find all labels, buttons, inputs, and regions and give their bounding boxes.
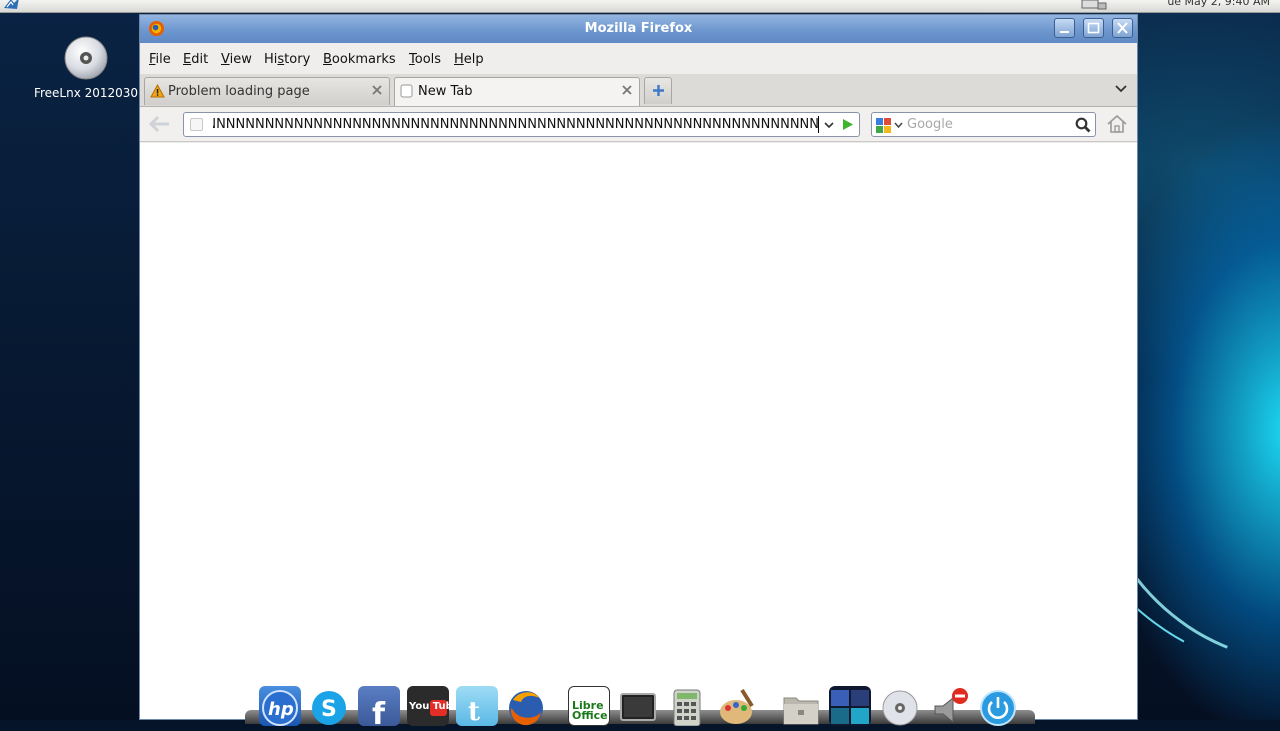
url-history-dropdown-icon[interactable] [824,121,834,129]
menu-history-label: tory [284,52,311,67]
menu-help[interactable]: Help [454,52,484,67]
twitter-icon[interactable]: t [456,686,498,726]
menu-tools-label: ools [414,52,442,67]
screenshot-icon[interactable] [829,686,871,726]
volume-muted-icon[interactable] [929,686,971,726]
menu-bookmarks[interactable]: Bookmarks [323,52,396,67]
window-title: Mozilla Firefox [584,21,693,36]
url-bar[interactable]: NNNNNNNNNNNNNNNNNNNNNNNNNNNNNNNNNNNNNNNN… [183,112,860,137]
menu-help-label: elp [463,52,484,67]
maximize-button[interactable] [1083,18,1104,38]
menu-tools[interactable]: Tools [409,52,441,67]
hp-icon[interactable]: hp [259,686,301,726]
new-tab-button[interactable] [644,77,672,104]
tab-close-icon[interactable] [621,84,633,96]
menu-view-label: iew [229,52,252,67]
libreoffice-icon[interactable]: Libre Office [568,686,610,726]
search-bar[interactable] [871,112,1096,137]
desktop-icon-label: FreeLnx 2012030 [33,86,139,100]
dock: hp S f You Tube t Libre Office [245,684,1035,726]
window-titlebar[interactable]: Mozilla Firefox [140,15,1137,43]
clock[interactable]: ue May 2, 9:40 AM [1167,0,1270,8]
calculator-icon[interactable] [666,686,708,726]
network-icon[interactable] [1080,0,1108,10]
menu-bookmarks-label: ookmarks [331,52,396,67]
menu-view-key: V [221,52,230,67]
close-button[interactable] [1112,18,1133,38]
plus-icon [653,85,664,96]
firefox-window: Mozilla Firefox File Edit View History B… [139,14,1138,720]
tab-close-icon[interactable] [371,84,383,96]
svg-text:f: f [372,697,386,726]
url-input[interactable]: NNNNNNNNNNNNNNNNNNNNNNNNNNNNNNNNNNNNNNNN… [213,117,819,132]
home-icon[interactable] [1106,113,1128,135]
menu-history[interactable]: History [264,52,310,67]
menu-view[interactable]: View [221,52,252,67]
navigation-toolbar: NNNNNNNNNNNNNNNNNNNNNNNNNNNNNNNNNNNNNNNN… [140,107,1137,142]
chevron-down-icon[interactable] [1115,84,1127,94]
search-icon[interactable] [1075,117,1091,133]
minimize-icon [1060,31,1069,33]
page-favicon-icon [190,118,203,131]
blank-page-icon [400,84,413,98]
minimize-button[interactable] [1054,18,1075,38]
menu-bar: File Edit View History Bookmarks Tools H… [140,43,1137,74]
power-icon[interactable] [977,686,1019,726]
libreoffice-label: Libre Office [572,699,608,722]
warning-icon [150,84,165,98]
svg-text:S: S [321,697,337,722]
google-icon[interactable] [876,118,891,133]
cd-icon[interactable] [879,686,921,726]
paint-icon[interactable] [716,686,758,726]
go-arrow-icon[interactable] [841,118,854,131]
folder-icon[interactable] [780,686,822,726]
desktop-icon-freelnx[interactable]: FreeLnx 2012030 [30,36,142,100]
svg-text:hp: hp [268,699,294,720]
search-engine-dropdown-icon[interactable] [894,122,903,129]
menu-file[interactable]: File [149,52,171,67]
firefox-icon[interactable] [505,686,547,726]
terminal-icon[interactable] [617,686,659,726]
menu-edit[interactable]: Edit [183,52,208,67]
top-panel: ue May 2, 9:40 AM [0,0,1280,13]
cd-icon [64,36,108,80]
skype-icon[interactable]: S [308,686,350,726]
menu-edit-key: E [183,52,192,67]
tab-label: New Tab [418,84,473,99]
menu-file-label: ile [155,52,171,67]
youtube-icon[interactable]: You Tube [407,686,449,726]
youtube-label: You Tube [409,701,449,712]
maximize-icon [1087,22,1100,34]
menu-help-key: H [454,52,464,67]
text-cursor [818,116,819,133]
tab-new-tab[interactable]: New Tab [394,77,640,106]
tab-label: Problem loading page [168,84,310,99]
menu-edit-label: dit [191,52,209,67]
tab-problem-loading-page[interactable]: Problem loading page [144,77,390,105]
page-content[interactable] [140,143,1137,719]
facebook-icon[interactable]: f [358,686,400,726]
tab-strip: Problem loading page New Tab [140,74,1137,107]
distro-logo-icon[interactable] [2,0,22,11]
menu-bookmarks-key: B [323,52,332,67]
search-input[interactable] [907,116,1067,133]
close-icon [1117,22,1128,34]
menu-history-prefix: Hi [264,52,278,67]
svg-text:t: t [468,697,480,726]
back-arrow-icon[interactable] [148,115,172,133]
